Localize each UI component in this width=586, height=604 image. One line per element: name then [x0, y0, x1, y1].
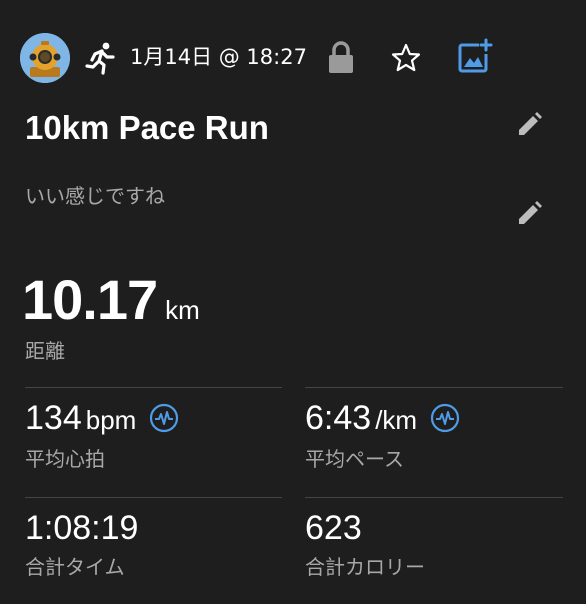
avg-pace: 6:43/km	[305, 398, 460, 438]
total-calories: 623	[305, 508, 362, 548]
total-calories-value: 623	[305, 509, 362, 547]
avatar[interactable]	[20, 33, 70, 83]
distance-value: 10.17	[22, 268, 158, 331]
activity-datetime: 1月14日 @ 18:27	[130, 45, 307, 69]
avg-pace-label: 平均ペース	[305, 447, 404, 471]
activity-title: 10km Pace Run	[25, 109, 269, 146]
divider	[25, 387, 282, 388]
edit-title-icon[interactable]	[514, 110, 544, 140]
activity-note: いい感じですね	[25, 184, 165, 208]
avg-heart-rate-label: 平均心拍	[25, 447, 105, 471]
divider	[305, 497, 563, 498]
total-calories-label: 合計カロリー	[305, 555, 425, 579]
star-icon[interactable]	[390, 42, 422, 74]
add-photo-icon[interactable]	[457, 38, 493, 74]
distance-value-group: 10.17 km	[22, 268, 200, 332]
distance-unit: km	[165, 295, 200, 325]
distance-label: 距離	[25, 339, 65, 363]
avg-heart-rate: 134 bpm	[25, 398, 179, 438]
edit-note-icon[interactable]	[514, 199, 544, 229]
avg-heart-rate-unit: bpm	[85, 405, 137, 435]
activity-header: 1月14日 @ 18:27	[0, 0, 586, 110]
avg-pace-unit: /km	[375, 405, 418, 435]
total-time-value: 1:08:19	[25, 509, 139, 547]
total-time: 1:08:19	[25, 508, 138, 548]
divider	[305, 387, 563, 388]
lock-icon[interactable]	[327, 40, 355, 74]
pace-chart-icon[interactable]	[430, 403, 460, 433]
heart-rate-chart-icon[interactable]	[149, 403, 179, 433]
diver-helmet-icon	[20, 33, 70, 83]
avg-pace-value: 6:43	[305, 399, 372, 437]
avg-heart-rate-value: 134	[25, 399, 82, 437]
divider	[25, 497, 282, 498]
running-icon	[85, 42, 115, 75]
total-time-label: 合計タイム	[25, 555, 125, 579]
